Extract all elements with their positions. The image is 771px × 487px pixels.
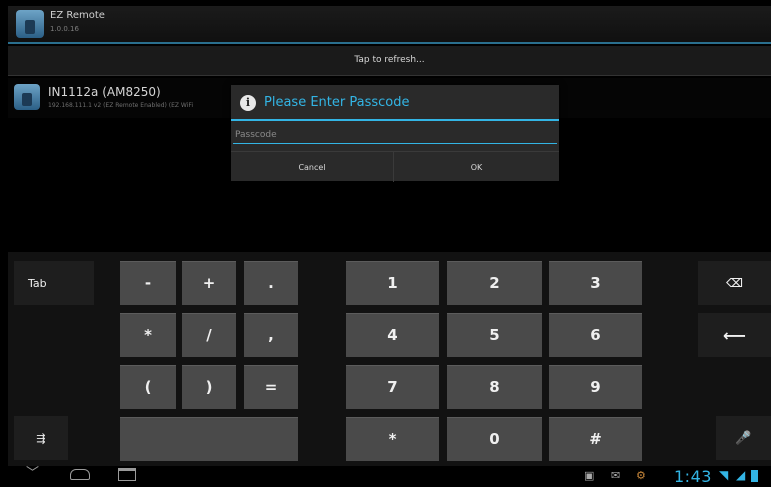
system-bar: ﹀ ▣ ✉ ⚙ 1:43 ◥ ◢ bbox=[8, 466, 771, 487]
gallery-notification-icon: ▣ bbox=[584, 469, 595, 482]
key-plus[interactable]: + bbox=[182, 261, 236, 305]
back-icon[interactable]: ﹀ bbox=[26, 467, 39, 481]
dialog-buttons: Cancel OK bbox=[231, 151, 559, 182]
key-0[interactable]: 0 bbox=[447, 417, 542, 461]
microphone-key[interactable]: 🎤 bbox=[716, 416, 771, 460]
key-2[interactable]: 2 bbox=[447, 261, 542, 305]
ok-button[interactable]: OK bbox=[395, 152, 558, 182]
tab-key[interactable]: Tab bbox=[14, 261, 94, 305]
app-title: EZ Remote bbox=[50, 10, 105, 21]
key-star[interactable]: * bbox=[346, 417, 439, 461]
app-notification-icon: ⚙ bbox=[636, 469, 646, 482]
app-version: 1.0.0.16 bbox=[50, 25, 79, 33]
email-notification-icon: ✉ bbox=[611, 469, 621, 482]
key-9[interactable]: 9 bbox=[549, 365, 642, 409]
key-6[interactable]: 6 bbox=[549, 313, 642, 357]
key-1[interactable]: 1 bbox=[346, 261, 439, 305]
device-icon bbox=[14, 84, 40, 110]
space-key[interactable] bbox=[120, 417, 298, 461]
dialog-title: Please Enter Passcode bbox=[264, 95, 410, 110]
recent-apps-icon[interactable] bbox=[118, 468, 136, 481]
device-details: 192.168.111.1 v2 (EZ Remote Enabled) (EZ… bbox=[48, 102, 194, 109]
clock: 1:43 bbox=[674, 467, 712, 486]
key-period[interactable]: . bbox=[244, 261, 298, 305]
wifi-icon: ◥ bbox=[719, 468, 729, 482]
key-slash[interactable]: / bbox=[182, 313, 236, 357]
dialog-header: i Please Enter Passcode bbox=[231, 85, 559, 121]
enter-icon: ⟵ bbox=[723, 325, 746, 345]
key-7[interactable]: 7 bbox=[346, 365, 439, 409]
microphone-icon: 🎤 bbox=[735, 430, 752, 446]
refresh-bar[interactable]: Tap to refresh... bbox=[8, 46, 771, 76]
backspace-key[interactable]: ⌫ bbox=[698, 261, 771, 305]
passcode-dialog: i Please Enter Passcode Cancel OK bbox=[231, 85, 559, 182]
key-8[interactable]: 8 bbox=[447, 365, 542, 409]
battery-icon bbox=[751, 470, 758, 482]
key-4[interactable]: 4 bbox=[346, 313, 439, 357]
passcode-input[interactable] bbox=[233, 126, 557, 144]
key-open-paren[interactable]: ( bbox=[120, 365, 176, 409]
app-icon bbox=[16, 10, 44, 38]
home-icon[interactable] bbox=[70, 469, 90, 480]
info-icon: i bbox=[240, 95, 256, 111]
key-minus[interactable]: - bbox=[120, 261, 176, 305]
key-asterisk[interactable]: * bbox=[120, 313, 176, 357]
keyboard-settings-key[interactable]: ⇶ bbox=[14, 416, 68, 460]
cancel-button[interactable]: Cancel bbox=[231, 152, 394, 182]
key-3[interactable]: 3 bbox=[549, 261, 642, 305]
keyboard-settings-icon: ⇶ bbox=[36, 431, 46, 445]
key-close-paren[interactable]: ) bbox=[182, 365, 236, 409]
key-comma[interactable]: , bbox=[244, 313, 298, 357]
refresh-label: Tap to refresh... bbox=[354, 55, 425, 65]
key-equals[interactable]: = bbox=[244, 365, 298, 409]
enter-key[interactable]: ⟵ bbox=[698, 313, 771, 357]
device-name: IN1112a (AM8250) bbox=[48, 85, 161, 99]
numeric-keyboard: Tab ⇶ - + . * / , ( ) = 1 2 3 4 5 6 7 8 … bbox=[8, 252, 771, 466]
key-hash[interactable]: # bbox=[549, 417, 642, 461]
signal-icon: ◢ bbox=[736, 468, 746, 482]
key-5[interactable]: 5 bbox=[447, 313, 542, 357]
app-title-bar: EZ Remote 1.0.0.16 bbox=[8, 6, 771, 44]
backspace-icon: ⌫ bbox=[726, 276, 743, 290]
